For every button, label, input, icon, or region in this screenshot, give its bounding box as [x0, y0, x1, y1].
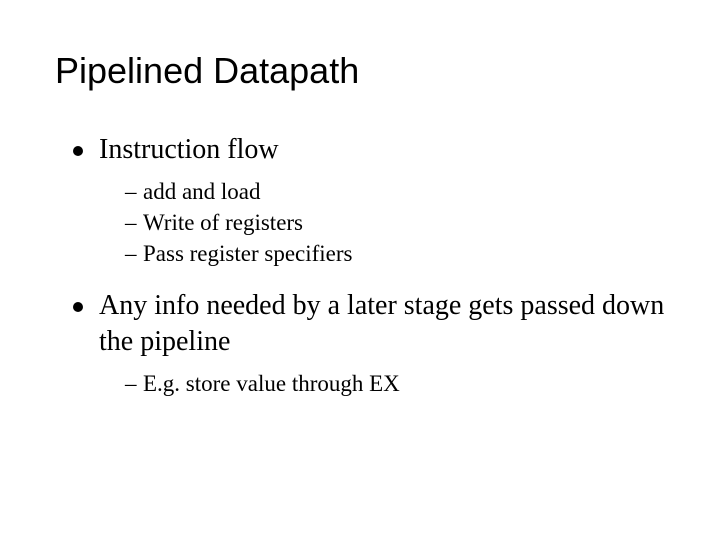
- sub-list: –add and load –Write of registers –Pass …: [55, 176, 670, 269]
- bullet-text: Any info needed by a later stage gets pa…: [99, 288, 670, 361]
- sub-item-text: E.g. store value through EX: [143, 371, 400, 396]
- sub-item: –Pass register specifiers: [125, 238, 670, 269]
- sub-list: –E.g. store value through EX: [55, 368, 670, 399]
- sub-item-text: add and load: [143, 179, 261, 204]
- sub-item-text: Pass register specifiers: [143, 241, 353, 266]
- slide-title: Pipelined Datapath: [55, 50, 670, 92]
- bullet-icon: [73, 146, 83, 156]
- bullet-text: Instruction flow: [99, 132, 279, 168]
- sub-item: –E.g. store value through EX: [125, 368, 670, 399]
- bullet-item: Instruction flow: [55, 132, 670, 168]
- sub-item-text: Write of registers: [143, 210, 303, 235]
- bullet-icon: [73, 302, 83, 312]
- sub-item: –add and load: [125, 176, 670, 207]
- bullet-item: Any info needed by a later stage gets pa…: [55, 288, 670, 361]
- sub-item: –Write of registers: [125, 207, 670, 238]
